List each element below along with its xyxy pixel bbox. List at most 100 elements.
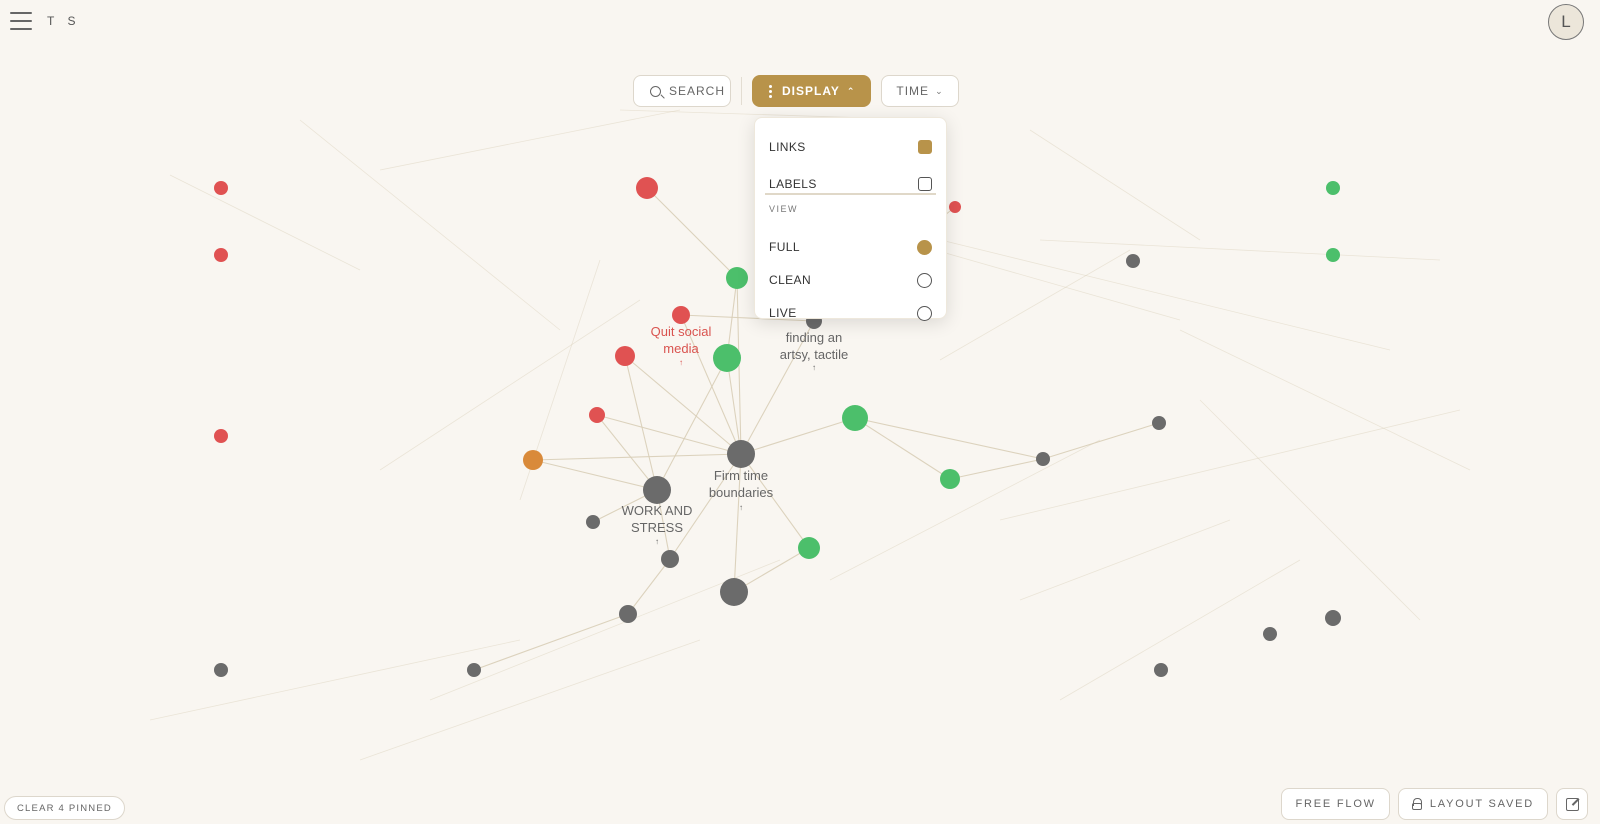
background-link: [899, 229, 1391, 351]
lock-icon: [1411, 798, 1423, 810]
graph-node[interactable]: [523, 450, 543, 470]
view-option-live[interactable]: LIVE: [769, 302, 932, 324]
graph-node[interactable]: [1152, 416, 1166, 430]
graph-node[interactable]: [1036, 452, 1050, 466]
graph-node[interactable]: [586, 515, 600, 529]
background-link: [1019, 519, 1231, 601]
graph-node[interactable]: [214, 181, 228, 195]
graph-link: [949, 458, 1044, 480]
background-link: [1059, 559, 1301, 701]
view-live-radio[interactable]: [917, 305, 932, 321]
node-label-work-and-stress: WORK AND STRESS ↑: [622, 503, 693, 546]
graph-node[interactable]: [1154, 663, 1168, 677]
graph-node[interactable]: [1326, 248, 1340, 262]
free-flow-button[interactable]: FREE FLOW: [1281, 788, 1390, 820]
graph-link: [1042, 422, 1160, 460]
background-link: [359, 639, 701, 761]
graph-node[interactable]: [619, 605, 637, 623]
labels-checkbox[interactable]: [918, 177, 932, 191]
svg-text:↑: ↑: [679, 358, 683, 367]
graph-link: [473, 613, 629, 671]
graph-node[interactable]: [214, 663, 228, 677]
graph-link: [532, 453, 742, 461]
graph-node[interactable]: [214, 248, 228, 262]
graph-node[interactable]: [1326, 181, 1340, 195]
chevron-down-icon: ⌄: [935, 85, 944, 96]
background-link: [999, 409, 1461, 521]
view-clean-radio[interactable]: [917, 272, 932, 288]
search-button[interactable]: SEARCH: [633, 75, 731, 107]
graph-node[interactable]: [727, 440, 755, 468]
graph-node[interactable]: [713, 344, 741, 372]
graph-node[interactable]: [615, 346, 635, 366]
display-label: DISPLAY: [782, 84, 840, 98]
toggle-links-label: LINKS: [769, 140, 806, 154]
layout-saved-button[interactable]: LAYOUT SAVED: [1397, 788, 1548, 820]
graph-node[interactable]: [1263, 627, 1277, 641]
svg-text:↑: ↑: [739, 503, 743, 512]
background-link: [169, 174, 361, 271]
view-section-label: VIEW: [769, 204, 799, 214]
graph-node[interactable]: [940, 469, 960, 489]
graph-link: [627, 558, 671, 615]
background-link: [379, 299, 641, 471]
background-link: [1039, 239, 1441, 261]
more-vertical-icon: [769, 84, 772, 98]
graph-node[interactable]: [661, 550, 679, 568]
svg-text:↑: ↑: [655, 537, 659, 546]
background-link: [1179, 329, 1471, 471]
bottom-right-controls: FREE FLOW LAYOUT SAVED: [1281, 788, 1588, 820]
background-link: [1029, 129, 1201, 241]
label-work-and-stress: WORK AND STRESS: [622, 503, 693, 535]
view-clean-label: CLEAN: [769, 273, 812, 287]
graph-node[interactable]: [672, 306, 690, 324]
graph-node[interactable]: [467, 663, 481, 677]
clear-pinned-button[interactable]: CLEAR 4 PINNED: [4, 796, 125, 820]
toggle-labels-label: LABELS: [769, 177, 817, 191]
graph-node[interactable]: [214, 429, 228, 443]
svg-text:↑: ↑: [812, 363, 816, 372]
graph-node[interactable]: [798, 537, 820, 559]
label-firm-time-boundaries: Firm time boundaries: [709, 468, 774, 500]
background-link: [149, 639, 521, 721]
graph-link: [854, 417, 1044, 460]
time-label: TIME: [896, 84, 930, 98]
graph-node[interactable]: [842, 405, 868, 431]
background-link: [299, 119, 561, 331]
layout-saved-label: LAYOUT SAVED: [1429, 798, 1534, 810]
background-link: [1199, 399, 1421, 621]
edit-button[interactable]: [1556, 788, 1588, 820]
background-link: [379, 109, 681, 171]
graph-node[interactable]: [726, 267, 748, 289]
label-finding-artsy: finding an artsy, tactile: [780, 330, 848, 362]
node-label-firm-time-boundaries: Firm time boundaries ↑: [709, 468, 774, 512]
search-label: SEARCH: [669, 84, 726, 98]
app-title: T S: [47, 14, 81, 28]
links-checkbox[interactable]: [918, 140, 932, 154]
view-option-clean[interactable]: CLEAN: [769, 269, 932, 291]
toolbar-divider: [741, 77, 742, 105]
background-link: [939, 249, 1131, 361]
toggle-links[interactable]: LINKS: [769, 136, 932, 158]
search-icon: [650, 85, 661, 97]
graph-node[interactable]: [636, 177, 658, 199]
graph-node[interactable]: [1325, 610, 1341, 626]
time-button[interactable]: TIME ⌄: [881, 75, 959, 107]
graph-link: [596, 414, 742, 455]
hamburger-menu-icon[interactable]: [10, 12, 32, 30]
display-button[interactable]: DISPLAY ⌃: [752, 75, 871, 107]
view-option-full[interactable]: FULL: [769, 236, 932, 258]
graph-link: [854, 417, 951, 480]
user-avatar[interactable]: L: [1548, 4, 1584, 40]
graph-node[interactable]: [949, 201, 961, 213]
graph-node[interactable]: [720, 578, 748, 606]
graph-node[interactable]: [643, 476, 671, 504]
graph-link: [646, 187, 738, 279]
edit-icon: [1565, 797, 1579, 811]
graph-node[interactable]: [1126, 254, 1140, 268]
dropdown-divider: [765, 193, 936, 195]
graph-node[interactable]: [589, 407, 605, 423]
toggle-labels[interactable]: LABELS: [769, 173, 932, 195]
label-quit-social-media: Quit social media: [651, 324, 712, 356]
view-full-radio[interactable]: [917, 239, 932, 255]
